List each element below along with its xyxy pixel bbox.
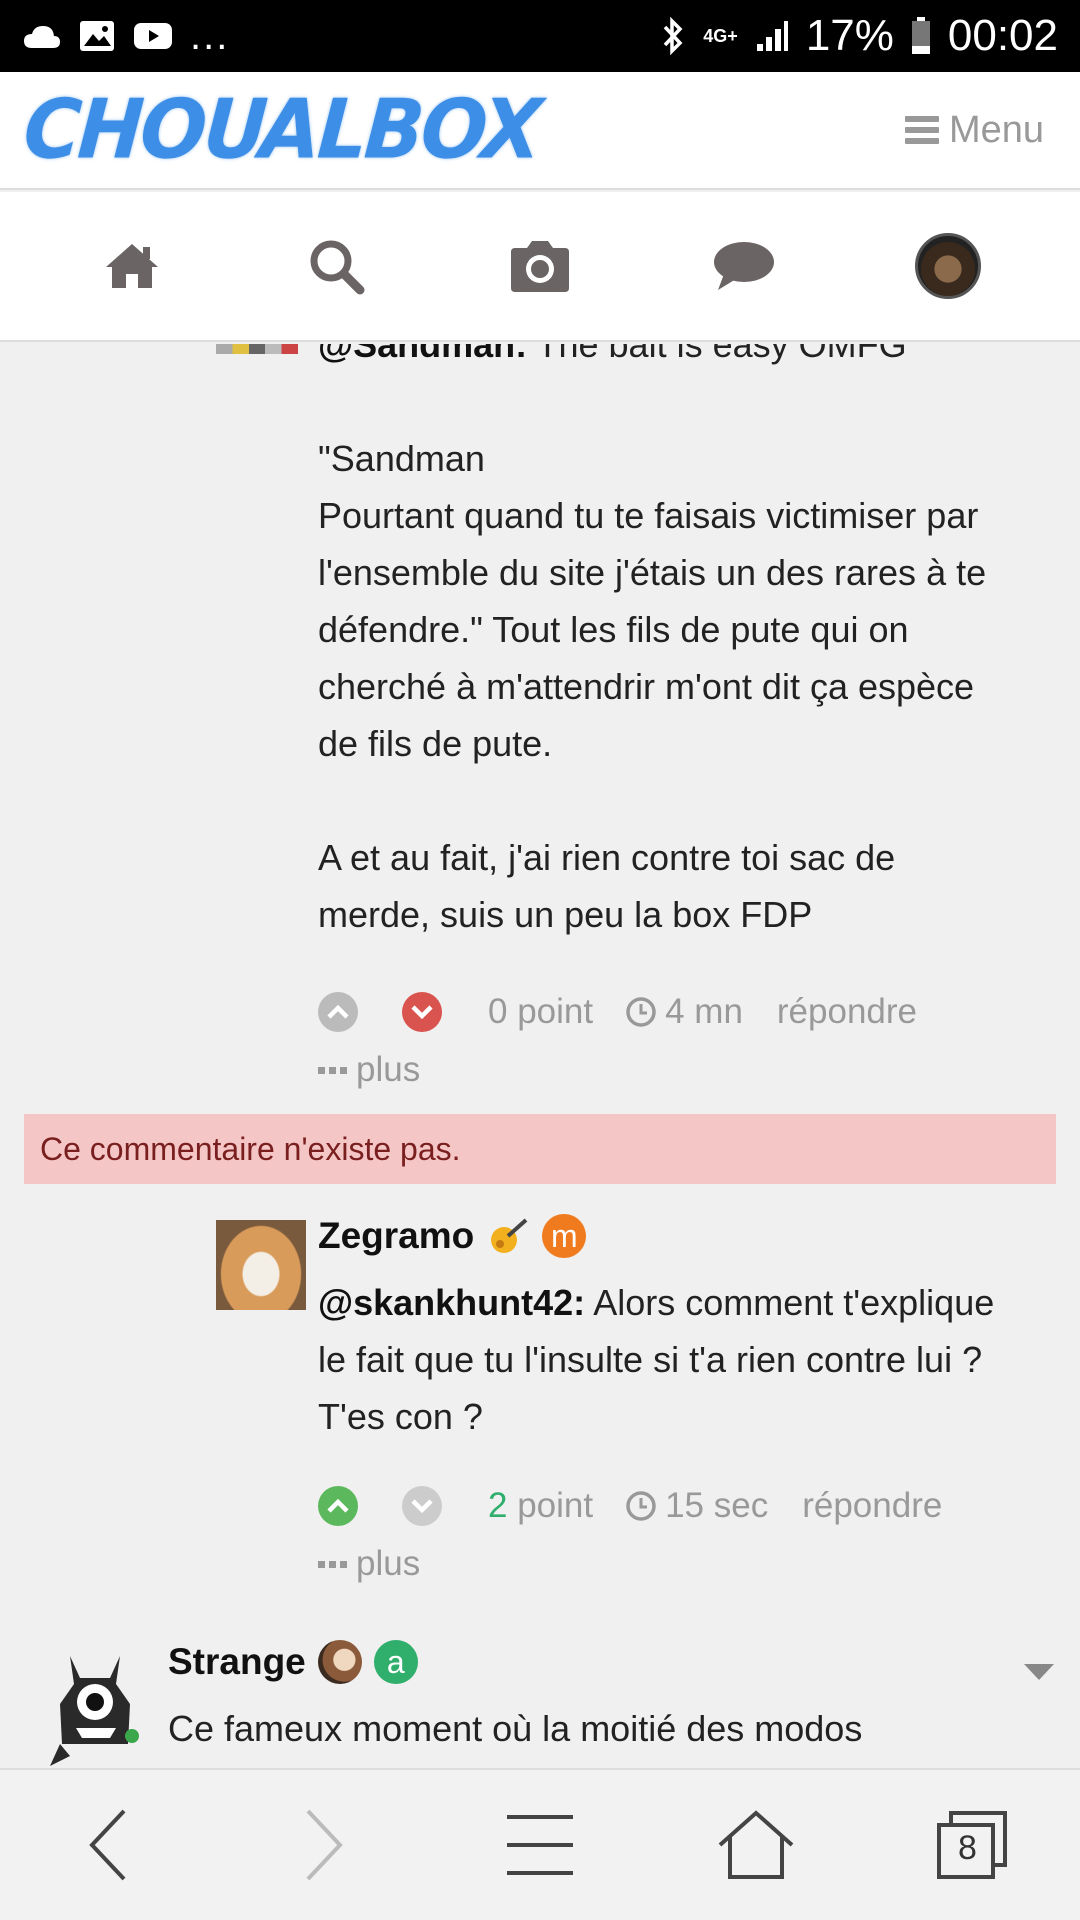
- battery-percent: 17%: [805, 11, 894, 60]
- menu-button[interactable]: Menu: [904, 108, 1044, 152]
- ellipsis-icon: [318, 1561, 347, 1568]
- horn-icon: [491, 1218, 528, 1253]
- ellipsis-icon: [318, 1067, 347, 1074]
- gallery-icon: [80, 21, 114, 51]
- comments-feed: @Sandman: The bait is easy OMFG "Sandman…: [0, 344, 1080, 1768]
- user-avatar[interactable]: [908, 226, 988, 306]
- notification-overflow: ...: [190, 13, 230, 58]
- comment-actions: 2 point 15 sec répondre: [318, 1486, 942, 1526]
- username[interactable]: Strange: [168, 1641, 306, 1683]
- reply-link[interactable]: répondre: [777, 992, 917, 1032]
- chevron-down-icon: [411, 1005, 433, 1019]
- timestamp: 4 mn: [665, 992, 743, 1031]
- site-header: CHOUALBOX Menu: [0, 72, 1080, 190]
- hamburger-icon: [904, 116, 939, 144]
- tabs-button[interactable]: 8: [922, 1795, 1022, 1895]
- icon-navigation: [0, 192, 1080, 342]
- user-badges-strip: [216, 344, 298, 354]
- browser-menu-button[interactable]: [490, 1795, 590, 1895]
- comment-body: @Sandman: The bait is easy OMFG "Sandman…: [318, 344, 1058, 943]
- comment-line: Ce fameux moment où la moitié des modos: [168, 1708, 863, 1749]
- comment-first-line: @Sandman: The bait is easy OMFG: [318, 344, 1058, 373]
- deleted-comment-notice: Ce commentaire n'existe pas.: [24, 1114, 1056, 1184]
- hamburger-icon: [507, 1815, 573, 1875]
- comment-line: cherché à m'attendrir m'ont dit ça espèc…: [318, 666, 975, 707]
- avatar[interactable]: [40, 1644, 152, 1768]
- menu-label: Menu: [948, 108, 1044, 151]
- chevron-up-icon: [327, 1005, 349, 1019]
- comment-header: Zegramo m: [318, 1214, 587, 1258]
- username[interactable]: Zegramo: [318, 1215, 474, 1257]
- forward-button[interactable]: [274, 1795, 374, 1895]
- more-label: plus: [356, 1050, 421, 1089]
- comment-header: Strange a: [168, 1640, 418, 1684]
- points: 2 point: [488, 1486, 593, 1526]
- comment-line: merde, suis un peu la box FDP: [318, 894, 813, 935]
- youtube-icon: [134, 23, 172, 49]
- more-label: plus: [356, 1544, 421, 1583]
- clock-icon: [626, 997, 656, 1027]
- points-value: 2: [488, 1486, 508, 1525]
- more-button[interactable]: plus: [318, 1050, 420, 1090]
- back-button[interactable]: [58, 1795, 158, 1895]
- clock: 00:02: [947, 11, 1058, 60]
- comment-first-line: @skankhunt42: Alors comment t'explique: [318, 1274, 1058, 1331]
- chevron-up-icon: [327, 1499, 349, 1513]
- back-arrow-icon: [89, 1809, 126, 1881]
- home-icon[interactable]: [92, 226, 172, 306]
- chat-icon[interactable]: [704, 226, 784, 306]
- points-label: point: [507, 1486, 594, 1525]
- comment-line: "Sandman: [318, 438, 485, 479]
- comment: [216, 344, 304, 362]
- search-icon[interactable]: [296, 226, 376, 306]
- network-type: 4G+: [703, 25, 738, 46]
- mention-link[interactable]: @skankhunt42:: [318, 1282, 585, 1323]
- cloud-icon: [24, 26, 60, 48]
- forward-arrow-icon: [306, 1809, 343, 1881]
- reply-link[interactable]: répondre: [802, 1486, 942, 1526]
- monster-avatar-icon: [50, 1656, 139, 1766]
- comment-body: Ce fameux moment où la moitié des modos: [168, 1700, 1068, 1757]
- admin-badge: a: [373, 1640, 418, 1684]
- moderator-badge: m: [542, 1214, 587, 1258]
- comment-line: défendre." Tout les fils de pute qui on: [318, 609, 909, 650]
- home-button[interactable]: [706, 1795, 806, 1895]
- upvote-button[interactable]: [318, 1486, 358, 1526]
- camera-icon[interactable]: [500, 226, 580, 306]
- bluetooth-icon: [664, 16, 683, 56]
- signal-icon: [756, 21, 788, 51]
- timestamp: 15 sec: [665, 1486, 769, 1525]
- home-outline-icon: [718, 1810, 794, 1879]
- mention-link[interactable]: @Sandman:: [318, 344, 527, 365]
- comment-text-segment: Alors comment t'explique: [585, 1282, 995, 1323]
- more-button[interactable]: plus: [318, 1544, 420, 1584]
- comment-actions: 0 point 4 mn répondre: [318, 992, 917, 1032]
- clock-icon: [626, 1491, 656, 1521]
- comment-line: A et au fait, j'ai rien contre toi sac d…: [318, 837, 896, 878]
- user-emoji-icon: [317, 1640, 362, 1684]
- caret-down-icon[interactable]: [1022, 1662, 1056, 1682]
- comment-line: de fils de pute.: [318, 723, 553, 764]
- comment-body: @skankhunt42: Alors comment t'explique l…: [318, 1274, 1058, 1445]
- avatar[interactable]: [216, 1220, 306, 1310]
- points: 0 point: [488, 992, 594, 1031]
- comment-line: Pourtant quand tu te faisais victimiser …: [318, 495, 979, 536]
- comment-line: T'es con ?: [318, 1396, 483, 1437]
- status-bar: ... 4G+ 17% 00:02: [0, 0, 1080, 72]
- tabs-count: 8: [958, 1829, 977, 1867]
- browser-bottom-bar: 8: [0, 1768, 1080, 1920]
- comment-line: le fait que tu l'insulte si t'a rien con…: [318, 1339, 983, 1380]
- downvote-button[interactable]: [402, 1486, 442, 1526]
- upvote-button[interactable]: [318, 992, 358, 1032]
- battery-icon: [911, 17, 930, 54]
- site-logo[interactable]: CHOUALBOX: [21, 83, 542, 178]
- comment-text-segment: The bait is easy OMFG: [527, 344, 907, 365]
- avatar: [915, 233, 981, 299]
- comment-line: l'ensemble du site j'étais un des rares …: [318, 552, 987, 593]
- chevron-down-icon: [411, 1499, 433, 1513]
- downvote-button[interactable]: [402, 992, 442, 1032]
